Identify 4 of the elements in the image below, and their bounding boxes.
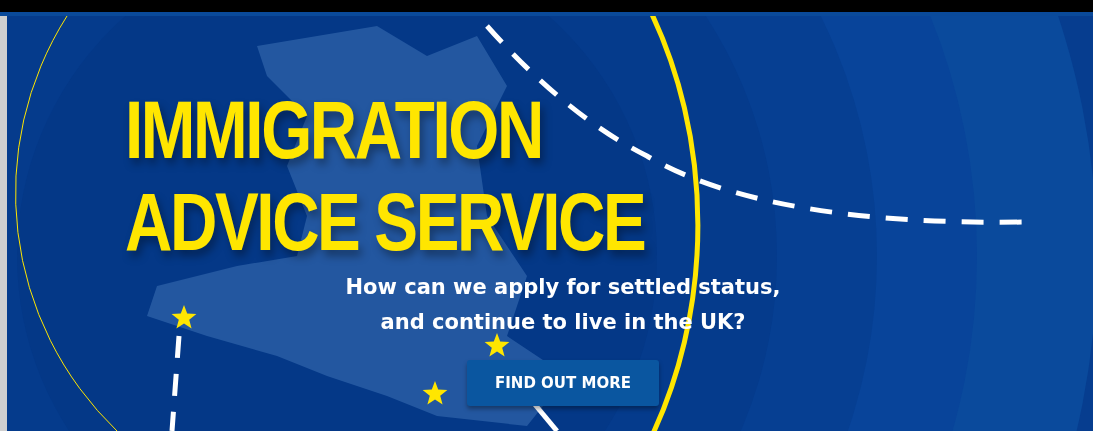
banner-title: ADVICE SERVICE (125, 176, 645, 268)
find-out-more-button[interactable]: FIND OUT MORE (467, 360, 659, 406)
banner-title: IMMIGRATION (125, 84, 543, 176)
banner-subtitle: How can we apply for settled status, (345, 274, 781, 301)
